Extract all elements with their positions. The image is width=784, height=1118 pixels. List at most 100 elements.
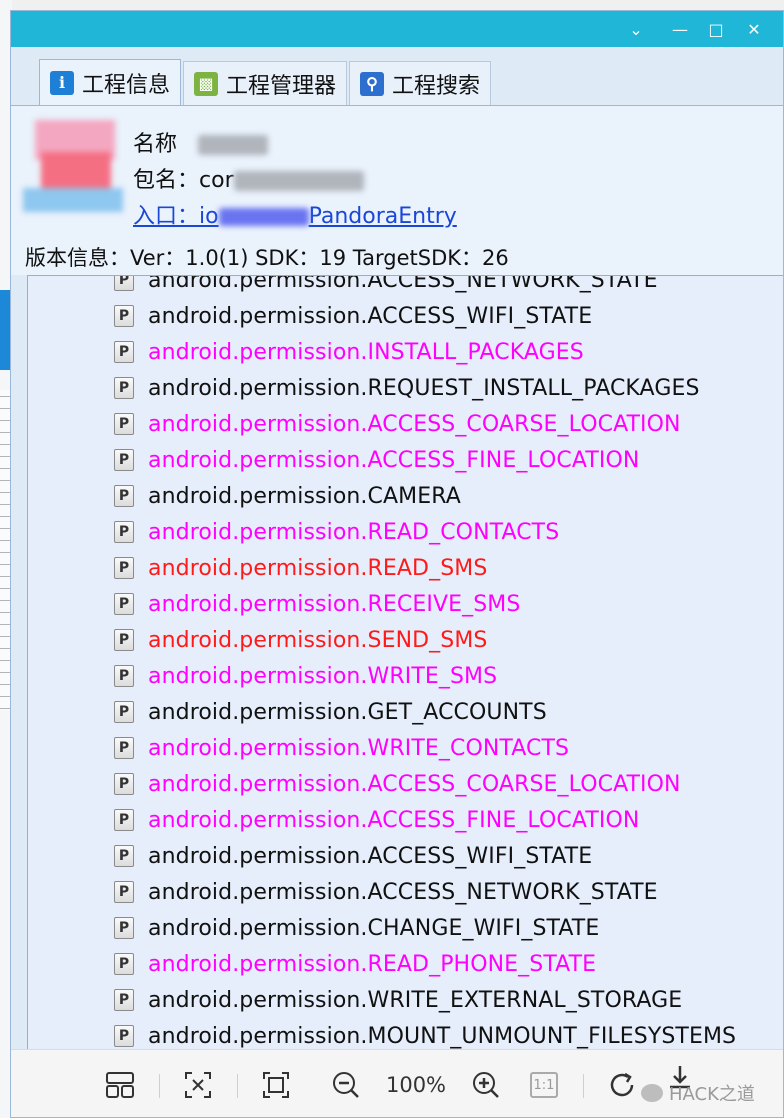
package-value: cor [199,168,234,193]
permission-text: android.permission.GET_ACCOUNTS [148,699,547,725]
permission-list[interactable]: Pandroid.permission.ACCESS_NETWORK_STATE… [27,275,783,1051]
permission-text: android.permission.ACCESS_FINE_LOCATION [148,807,640,833]
zoom-out-icon[interactable] [329,1068,363,1102]
permission-text: android.permission.CAMERA [148,483,461,509]
permission-item[interactable]: Pandroid.permission.WRITE_EXTERNAL_STORA… [114,982,682,1018]
entry-link[interactable]: 入口：io PandoraEntry [133,204,457,229]
permission-item[interactable]: Pandroid.permission.ACCESS_WIFI_STATE [114,298,592,334]
permission-icon: P [114,665,134,687]
permission-item[interactable]: Pandroid.permission.ACCESS_COARSE_LOCATI… [114,406,681,442]
permission-item[interactable]: Pandroid.permission.RECEIVE_SMS [114,586,520,622]
permission-text: android.permission.READ_CONTACTS [148,519,560,545]
permission-icon: P [114,557,134,579]
permission-icon: P [114,521,134,543]
permission-text: android.permission.ACCESS_NETWORK_STATE [148,879,658,905]
permission-text: android.permission.ACCESS_WIFI_STATE [148,303,593,329]
tab-bar: i 工程信息 ▩ 工程管理器 ⚲ 工程搜索 [39,57,493,105]
viewer-toolbar: 100% 1:1 HACK之道 [11,1049,783,1117]
permission-item[interactable]: Pandroid.permission.MOUNT_UNMOUNT_FILESY… [114,1018,737,1050]
fit-selection-icon[interactable] [181,1068,215,1102]
permission-text: android.permission.READ_SMS [148,555,488,581]
permission-text: android.permission.WRITE_CONTACTS [148,735,570,761]
permission-item[interactable]: Pandroid.permission.ACCESS_WIFI_STATE [114,838,592,874]
permission-item[interactable]: Pandroid.permission.CAMERA [114,478,461,514]
permission-text: android.permission.ACCESS_FINE_LOCATION [148,447,640,473]
permission-text: android.permission.ACCESS_COARSE_LOCATIO… [148,771,681,797]
permission-item[interactable]: Pandroid.permission.ACCESS_NETWORK_STATE [114,275,658,298]
permission-icon: P [114,737,134,759]
permission-icon: P [114,989,134,1011]
permission-icon: P [114,773,134,795]
permission-item[interactable]: Pandroid.permission.CHANGE_WIFI_STATE [114,910,599,946]
permission-text: android.permission.ACCESS_WIFI_STATE [148,843,593,869]
permission-text: android.permission.ACCESS_NETWORK_STATE [148,275,658,293]
info-panel: 名称 包名：cor 入口：io PandoraEntry 版本信息：Ver：1.0… [11,105,783,275]
tab-project-manager[interactable]: ▩ 工程管理器 [183,61,348,105]
chevron-down-icon[interactable]: ⌄ [625,19,647,41]
rotate-icon[interactable] [605,1068,639,1102]
permission-item[interactable]: Pandroid.permission.WRITE_SMS [114,658,497,694]
zoom-in-icon[interactable] [469,1068,503,1102]
permission-item[interactable]: Pandroid.permission.ACCESS_FINE_LOCATION [114,442,639,478]
permission-item[interactable]: Pandroid.permission.READ_CONTACTS [114,514,559,550]
close-icon[interactable]: ✕ [743,19,765,41]
permission-icon: P [114,377,134,399]
layout-icon[interactable] [103,1068,137,1102]
package-row: 包名：cor [133,162,364,194]
permission-text: android.permission.CHANGE_WIFI_STATE [148,915,600,941]
zoom-level: 100% [385,1073,447,1097]
permission-item[interactable]: Pandroid.permission.GET_ACCOUNTS [114,694,547,730]
permission-text: android.permission.RECEIVE_SMS [148,591,521,617]
redacted-package [233,171,364,191]
name-label: 名称 [133,132,178,157]
permission-item[interactable]: Pandroid.permission.ACCESS_NETWORK_STATE [114,874,658,910]
wechat-icon [641,1084,663,1102]
watermark: HACK之道 [641,1080,755,1106]
permission-item[interactable]: Pandroid.permission.READ_SMS [114,550,487,586]
permission-icon: P [114,413,134,435]
permission-text: android.permission.INSTALL_PACKAGES [148,339,584,365]
minimize-icon[interactable]: — [669,19,691,41]
permission-icon: P [114,809,134,831]
permission-item[interactable]: Pandroid.permission.ACCESS_FINE_LOCATION [114,802,639,838]
tab-label: 工程搜索 [392,73,481,99]
permission-text: android.permission.ACCESS_COARSE_LOCATIO… [148,411,681,437]
permission-icon: P [114,881,134,903]
permission-icon: P [114,953,134,975]
permission-item[interactable]: Pandroid.permission.READ_PHONE_STATE [114,946,596,982]
maximize-icon[interactable]: □ [705,19,727,41]
tab-project-info[interactable]: i 工程信息 [39,59,182,105]
redacted-name [198,135,269,155]
permission-text: android.permission.WRITE_SMS [148,663,498,689]
permission-icon: P [114,1025,134,1047]
permission-icon: P [114,305,134,327]
permission-icon: P [114,845,134,867]
android-icon: ▩ [194,71,219,96]
title-bar: ⌄ — □ ✕ [11,11,783,47]
info-icon: i [50,70,74,95]
tab-project-search[interactable]: ⚲ 工程搜索 [349,61,492,105]
permission-item[interactable]: Pandroid.permission.REQUEST_INSTALL_PACK… [114,370,700,406]
permission-item[interactable]: Pandroid.permission.INSTALL_PACKAGES [114,334,584,370]
permission-item[interactable]: Pandroid.permission.SEND_SMS [114,622,488,658]
version-info: 版本信息：Ver：1.0(1) SDK：19 TargetSDK：26 [25,246,509,270]
actual-size-icon[interactable]: 1:1 [527,1068,561,1102]
watermark-text: HACK之道 [669,1084,755,1105]
permission-icon: P [114,629,134,651]
permission-text: android.permission.MOUNT_UNMOUNT_FILESYS… [148,1023,737,1049]
permission-icon: P [114,341,134,363]
tab-label: 工程管理器 [226,73,337,99]
permission-item[interactable]: Pandroid.permission.ACCESS_COARSE_LOCATI… [114,766,681,802]
fit-window-icon[interactable] [259,1068,293,1102]
permission-icon: P [114,449,134,471]
permission-text: android.permission.REQUEST_INSTALL_PACKA… [148,375,700,401]
permission-icon: P [114,485,134,507]
permission-item[interactable]: Pandroid.permission.WRITE_CONTACTS [114,730,569,766]
app-name-row: 名称 [133,126,269,158]
search-icon: ⚲ [360,71,385,96]
project-info-window: ⌄ — □ ✕ i 工程信息 ▩ 工程管理器 ⚲ 工程搜索 名称 包名：cor … [10,10,784,1118]
permission-icon: P [114,276,134,291]
permission-icon: P [114,593,134,615]
app-icon [11,110,131,220]
permission-text: android.permission.WRITE_EXTERNAL_STORAG… [148,987,683,1013]
